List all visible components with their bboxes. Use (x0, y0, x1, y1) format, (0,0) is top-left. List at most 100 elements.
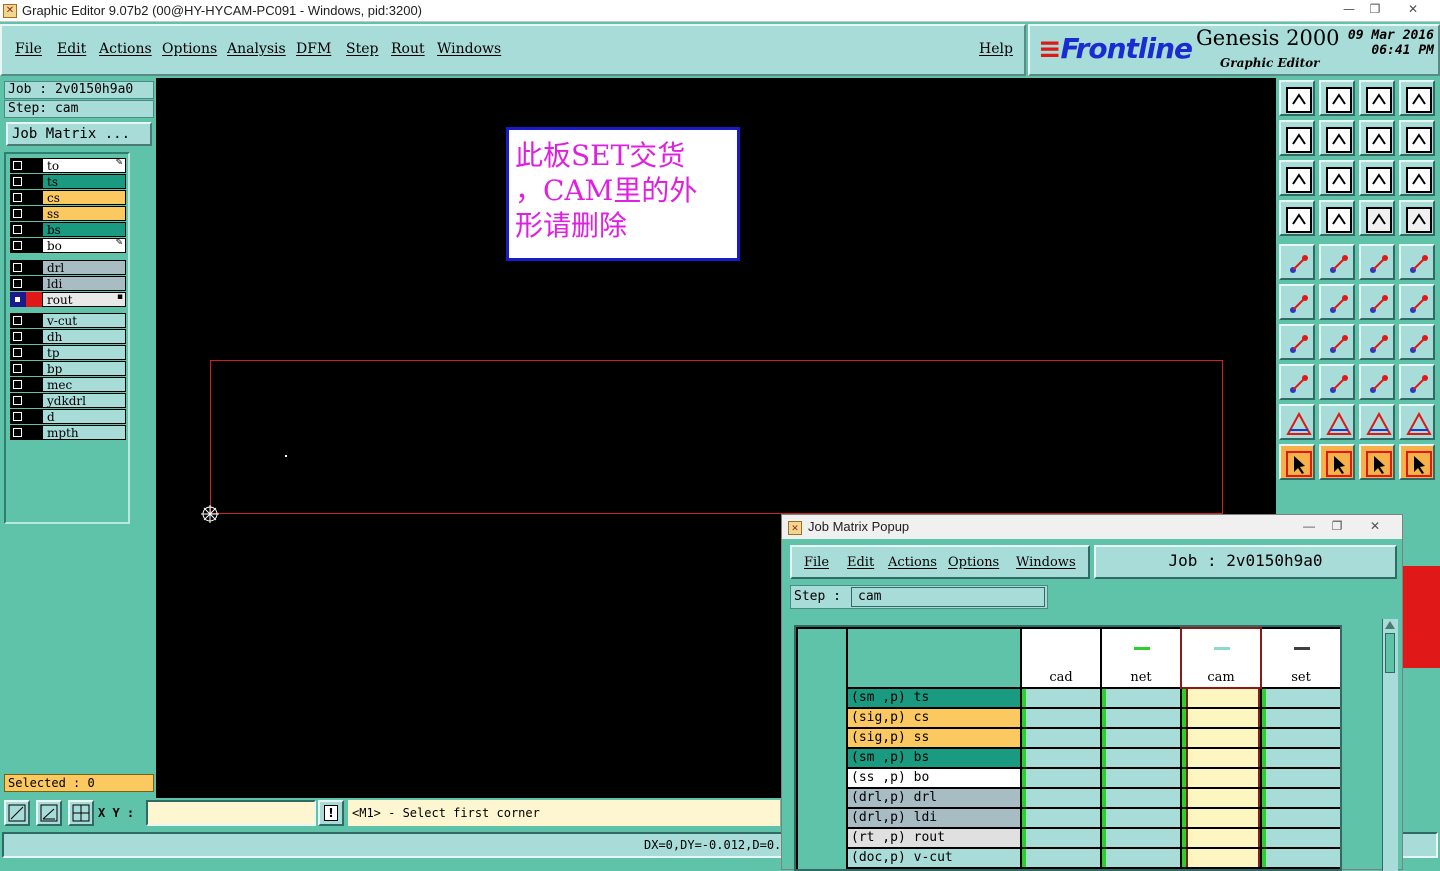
popup-menu-edit[interactable]: Edit (847, 555, 874, 570)
menu-step[interactable]: Step (346, 41, 378, 57)
layer-row[interactable]: ss (10, 206, 126, 221)
layer-checkbox[interactable] (10, 361, 26, 376)
matrix-cell[interactable] (1186, 689, 1260, 707)
menu-dfm[interactable]: DFM (296, 41, 331, 57)
layer-name[interactable]: drl (42, 260, 126, 275)
matrix-layer-row[interactable]: (sig,p) ss (848, 729, 1020, 747)
layer-display-toggle[interactable] (26, 393, 42, 408)
line-point-icon[interactable] (1359, 284, 1395, 320)
matrix-cell[interactable] (1186, 849, 1260, 867)
menu-options[interactable]: Options (162, 41, 217, 57)
select-box-icon[interactable] (1319, 444, 1355, 480)
shape-icon[interactable] (1319, 244, 1355, 280)
layer-checkbox[interactable] (10, 158, 26, 173)
matrix-cell[interactable] (1266, 809, 1340, 827)
layer-checkbox[interactable] (10, 329, 26, 344)
step-column-header[interactable]: cam (1180, 627, 1262, 689)
move-icon[interactable] (1279, 364, 1315, 400)
triangle-red-icon[interactable] (1279, 404, 1315, 440)
layer-checkbox[interactable] (10, 238, 26, 253)
layer-display-toggle[interactable] (26, 361, 42, 376)
layer-row[interactable]: tp (10, 345, 126, 360)
matrix-cell[interactable] (1026, 709, 1100, 727)
layer-name[interactable]: bo (42, 238, 126, 253)
layer-name[interactable]: dh (42, 329, 126, 344)
layer-display-toggle[interactable] (26, 377, 42, 392)
menu-edit[interactable]: Edit (57, 41, 86, 57)
scale-icon[interactable] (1359, 160, 1395, 196)
popup-step-field[interactable]: cam (851, 587, 1045, 607)
matrix-cell[interactable] (1186, 829, 1260, 847)
ruler-icon[interactable] (1359, 244, 1395, 280)
layer-display-toggle[interactable] (26, 260, 42, 275)
triangle-red2-icon[interactable] (1399, 404, 1435, 440)
fit-icon[interactable] (1279, 160, 1315, 196)
line-point2-icon[interactable] (1399, 284, 1435, 320)
layer-name[interactable]: ydkdrl (42, 393, 126, 408)
circle-icon[interactable] (1399, 244, 1435, 280)
matrix-layer-row[interactable]: (drl,p) drl (848, 789, 1020, 807)
matrix-cell[interactable] (1266, 769, 1340, 787)
flip-icon[interactable] (1359, 120, 1395, 156)
layer-name[interactable]: to (42, 158, 126, 173)
triangle-blue-icon[interactable] (1359, 404, 1395, 440)
layer-name[interactable]: d (42, 409, 126, 424)
layer-display-toggle[interactable] (26, 345, 42, 360)
popup-vertical-scrollbar[interactable] (1382, 619, 1398, 871)
minimize-button[interactable]: — (1336, 1, 1362, 18)
draw-line-icon[interactable] (1319, 324, 1355, 360)
layers-red2-icon[interactable] (1399, 200, 1435, 236)
layer-display-toggle[interactable] (26, 158, 42, 173)
select-icon[interactable] (1279, 444, 1315, 480)
layer-display-toggle[interactable] (26, 329, 42, 344)
matrix-cell[interactable] (1106, 689, 1180, 707)
layer-row[interactable]: dh (10, 329, 126, 344)
layer-name[interactable]: rout (42, 292, 126, 307)
popup-menu-options[interactable]: Options (948, 555, 999, 570)
matrix-layer-row[interactable]: (ss ,p) bo (848, 769, 1020, 787)
pad-icon[interactable] (1279, 244, 1315, 280)
matrix-cell[interactable] (1106, 749, 1180, 767)
matrix-cell[interactable] (1186, 809, 1260, 827)
layer-name[interactable]: bp (42, 361, 126, 376)
matrix-cell[interactable] (1186, 709, 1260, 727)
scroll-up-icon[interactable] (1385, 621, 1395, 629)
step-column-header[interactable]: net (1102, 629, 1180, 687)
close-button[interactable]: ✕ (1400, 1, 1426, 18)
popup-menu-file[interactable]: File (804, 555, 829, 570)
layer-checkbox[interactable] (10, 409, 26, 424)
layer-checkbox[interactable] (10, 313, 26, 328)
matrix-cell[interactable] (1186, 769, 1260, 787)
matrix-layer-row[interactable]: (drl,p) ldi (848, 809, 1020, 827)
layer-checkbox[interactable] (10, 260, 26, 275)
matrix-cell[interactable] (1106, 769, 1180, 787)
layer-display-toggle[interactable] (26, 238, 42, 253)
matrix-cell[interactable] (1106, 729, 1180, 747)
step-column-header[interactable]: cad (1022, 629, 1100, 687)
layer-checkbox[interactable] (10, 345, 26, 360)
menu-help[interactable]: Help (979, 41, 1013, 57)
matrix-cell[interactable] (1026, 789, 1100, 807)
pan-icon[interactable] (1319, 160, 1355, 196)
scroll-thumb[interactable] (1385, 633, 1395, 673)
window-icon[interactable] (1399, 80, 1435, 116)
matrix-cell[interactable] (1106, 849, 1180, 867)
popup-menu-windows[interactable]: Windows (1016, 555, 1076, 570)
matrix-cell[interactable] (1106, 829, 1180, 847)
layer-checkbox[interactable] (10, 190, 26, 205)
matrix-cell[interactable] (1026, 849, 1100, 867)
split-icon[interactable] (1319, 364, 1355, 400)
matrix-cell[interactable] (1266, 789, 1340, 807)
layer-checkbox[interactable] (10, 292, 26, 307)
menu-actions[interactable]: Actions (99, 41, 152, 57)
import-icon[interactable] (1279, 120, 1315, 156)
matrix-cell[interactable] (1186, 729, 1260, 747)
layer-checkbox[interactable] (10, 377, 26, 392)
layer-display-toggle[interactable] (26, 425, 42, 440)
matrix-cell[interactable] (1106, 789, 1180, 807)
layer-display-toggle[interactable] (26, 276, 42, 291)
maximize-button[interactable]: ❐ (1362, 1, 1388, 18)
cross-icon[interactable] (1319, 284, 1355, 320)
open-icon[interactable] (1279, 80, 1315, 116)
grid-snap-icon[interactable] (68, 800, 94, 826)
